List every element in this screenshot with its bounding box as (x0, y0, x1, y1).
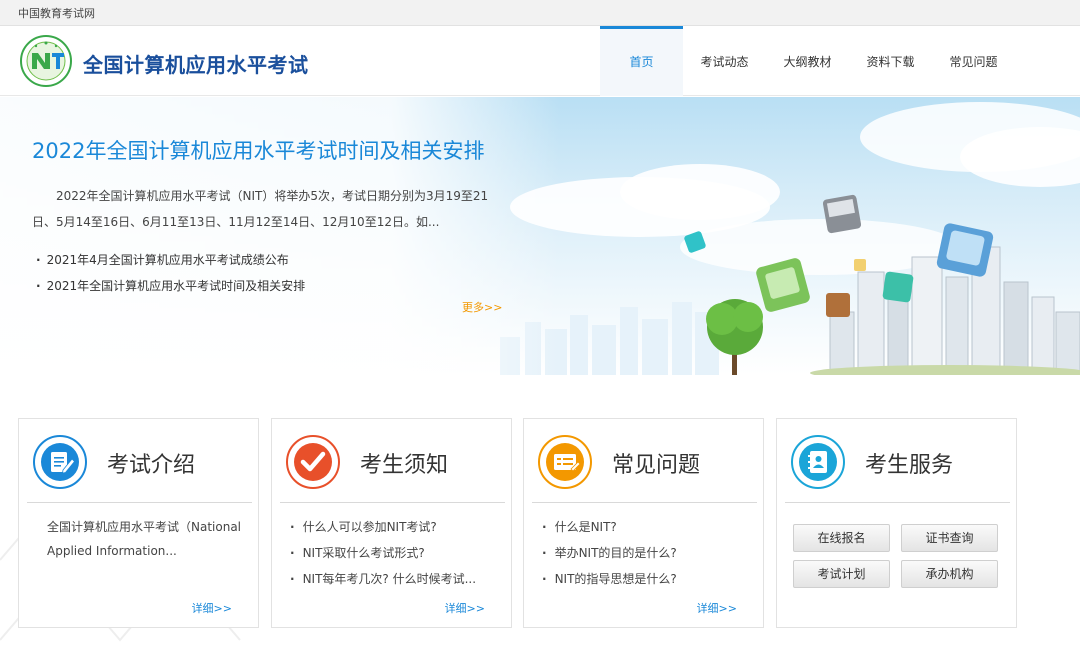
card-exam-intro: 考试介绍 全国计算机应用水平考试（National Applied Inform… (18, 418, 259, 628)
list-item[interactable]: 什么人可以参加NIT考试? (290, 514, 500, 540)
card-divider (27, 502, 252, 503)
exam-schedule-button[interactable]: 考试计划 (793, 560, 890, 588)
more-link[interactable]: 更多>> (462, 299, 502, 315)
detail-link[interactable]: 详细>> (445, 600, 485, 616)
list-item[interactable]: NIT的指导思想是什么? (542, 566, 752, 592)
card-body: 什么是NIT? 举办NIT的目的是什么? NIT的指导思想是什么? (542, 514, 752, 592)
certificate-query-button[interactable]: 证书查询 (901, 524, 998, 552)
site-name-link[interactable]: 中国教育考试网 (18, 5, 95, 21)
card-header: 常见问题 (524, 419, 763, 503)
list-form-icon (546, 443, 584, 481)
contacts-book-icon (799, 443, 837, 481)
nav-item-faq[interactable]: 常见问题 (932, 26, 1015, 96)
card-candidate-services: 考生服务 在线报名 证书查询 考试计划 承办机构 (776, 418, 1017, 628)
nit-logo-icon[interactable] (20, 35, 72, 87)
card-divider (532, 502, 757, 503)
detail-link[interactable]: 详细>> (192, 600, 232, 616)
checkmark-icon (294, 443, 332, 481)
main-nav: 首页 考试动态 大纲教材 资料下载 常见问题 (600, 26, 1015, 96)
card-icon-ring (791, 435, 845, 489)
card-divider (785, 502, 1010, 503)
news-item[interactable]: 2021年4月全国计算机应用水平考试成绩公布 (36, 247, 305, 273)
top-bar: 中国教育考试网 (0, 0, 1080, 26)
header: 全国计算机应用水平考试 首页 考试动态 大纲教材 资料下载 常见问题 (0, 26, 1080, 96)
list-item[interactable]: NIT采取什么考试形式? (290, 540, 500, 566)
card-title: 常见问题 (612, 453, 701, 478)
nav-item-syllabus[interactable]: 大纲教材 (766, 26, 849, 96)
card-icon-ring (33, 435, 87, 489)
list-item[interactable]: 举办NIT的目的是什么? (542, 540, 752, 566)
detail-link[interactable]: 详细>> (697, 600, 737, 616)
nav-item-exam-news[interactable]: 考试动态 (683, 26, 766, 96)
banner-description: 2022年全国计算机应用水平考试（NIT）将举办5次，考试日期分别为3月19至2… (32, 189, 489, 229)
card-header: 考试介绍 (19, 419, 258, 503)
nav-item-downloads[interactable]: 资料下载 (849, 26, 932, 96)
news-list: 2021年4月全国计算机应用水平考试成绩公布 2021年全国计算机应用水平考试时… (36, 247, 306, 299)
card-candidate-notice: 考生须知 什么人可以参加NIT考试? NIT采取什么考试形式? NIT每年考几次… (271, 418, 512, 628)
card-title: 考生须知 (360, 453, 449, 478)
card-title: 考试介绍 (107, 453, 196, 478)
card-body: 什么人可以参加NIT考试? NIT采取什么考试形式? NIT每年考几次? 什么时… (290, 514, 500, 592)
card-icon-ring (538, 435, 592, 489)
card-header: 考生服务 (777, 419, 1016, 503)
card-title: 考生服务 (865, 453, 954, 478)
card-body: 全国计算机应用水平考试（National Applied Information… (37, 515, 247, 563)
card-divider (280, 502, 505, 503)
nav-item-home[interactable]: 首页 (600, 26, 683, 96)
list-item[interactable]: 什么是NIT? (542, 514, 752, 540)
card-faq: 常见问题 什么是NIT? 举办NIT的目的是什么? NIT的指导思想是什么? 详… (523, 418, 764, 628)
card-intro-text: 全国计算机应用水平考试（National Applied Information… (47, 520, 242, 558)
hero-banner: 2022年全国计算机应用水平考试时间及相关安排 2022年全国计算机应用水平考试… (0, 97, 1080, 375)
document-edit-icon (41, 443, 79, 481)
brand-title[interactable]: 全国计算机应用水平考试 (83, 49, 309, 78)
news-item[interactable]: 2021年全国计算机应用水平考试时间及相关安排 (36, 273, 306, 299)
card-header: 考生须知 (272, 419, 511, 503)
list-item[interactable]: NIT每年考几次? 什么时候考试... (290, 566, 500, 592)
host-institutions-button[interactable]: 承办机构 (901, 560, 998, 588)
online-registration-button[interactable]: 在线报名 (793, 524, 890, 552)
card-icon-ring (286, 435, 340, 489)
banner-title[interactable]: 2022年全国计算机应用水平考试时间及相关安排 (32, 135, 484, 165)
